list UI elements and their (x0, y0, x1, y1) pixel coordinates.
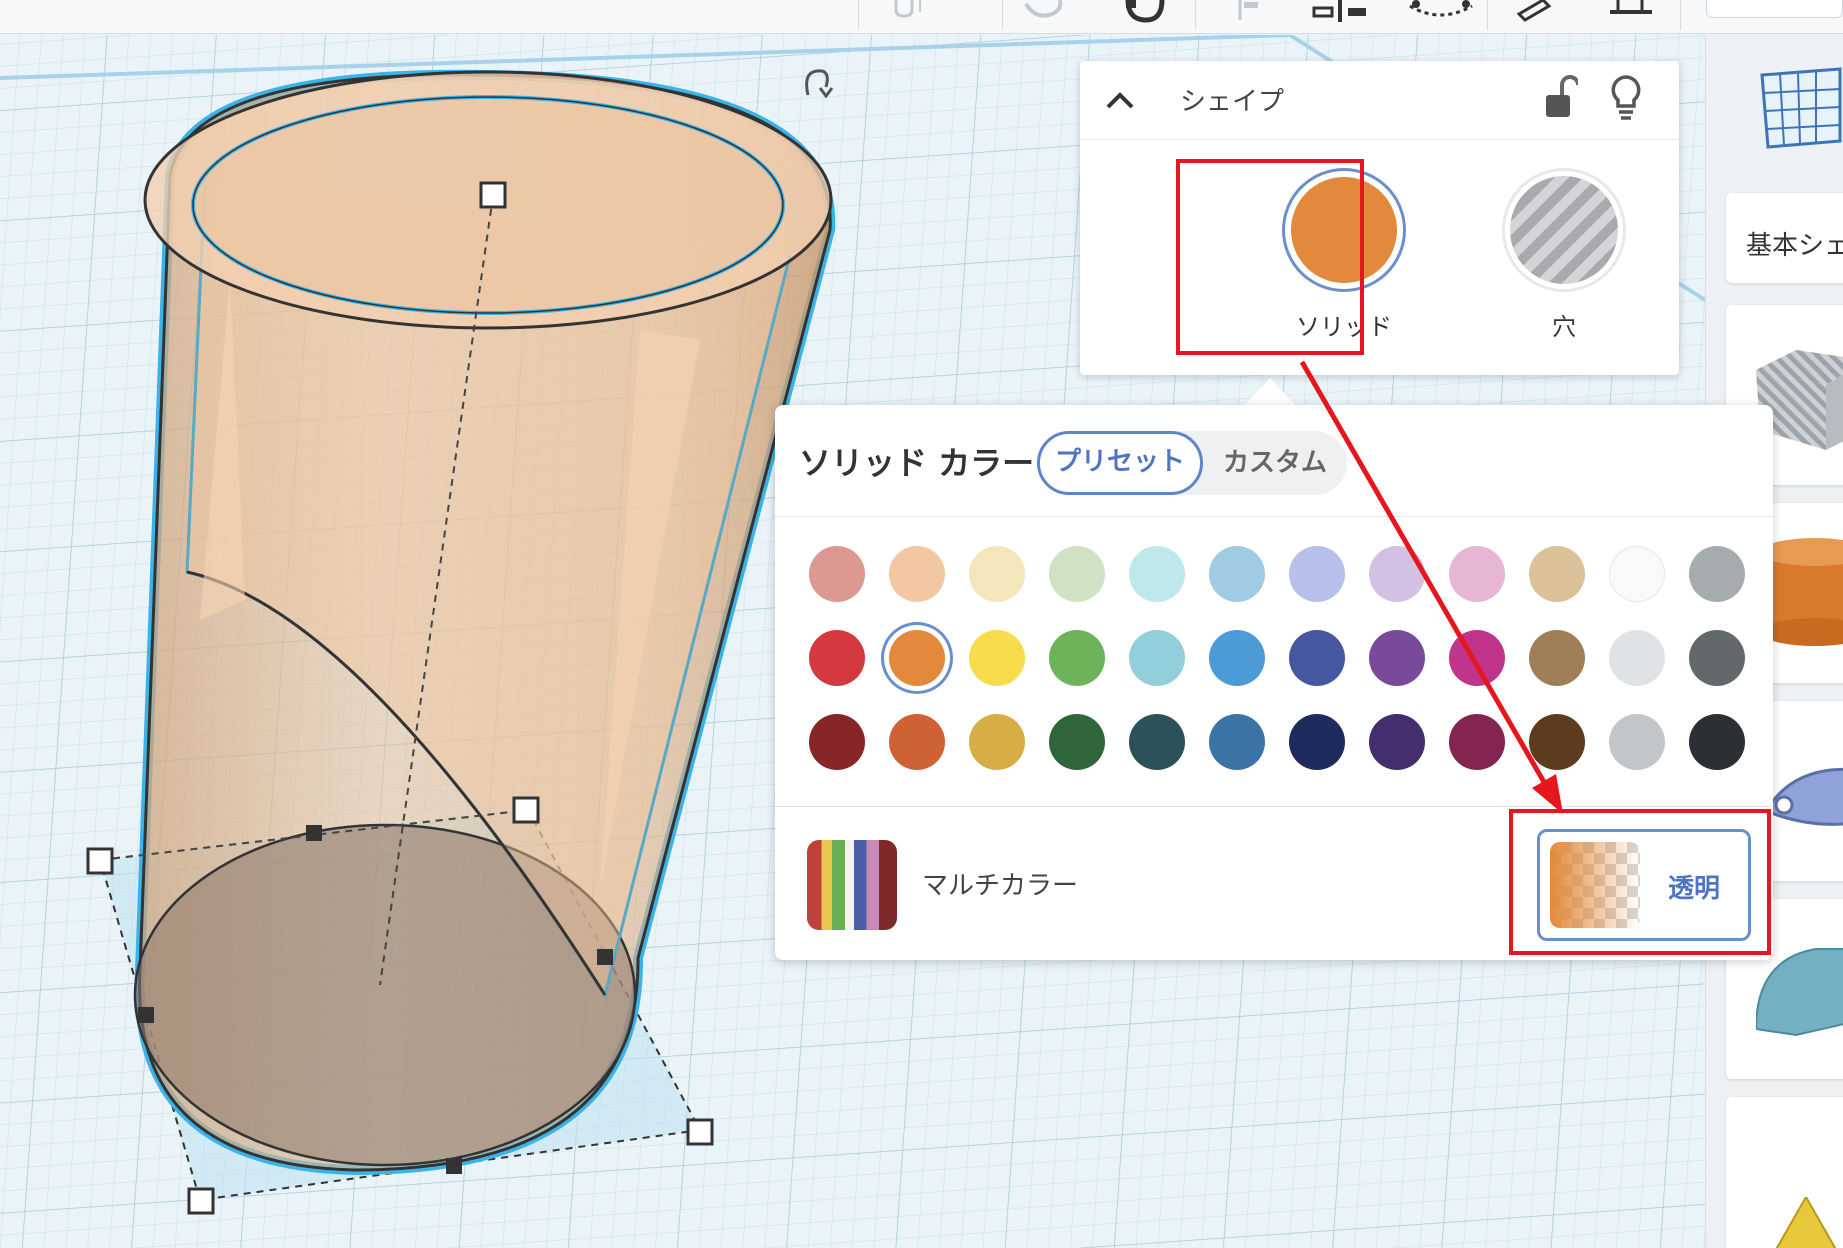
annotation-arrow (1299, 360, 1563, 814)
arrow-line (1299, 360, 1555, 798)
arrow-head (1532, 774, 1563, 814)
